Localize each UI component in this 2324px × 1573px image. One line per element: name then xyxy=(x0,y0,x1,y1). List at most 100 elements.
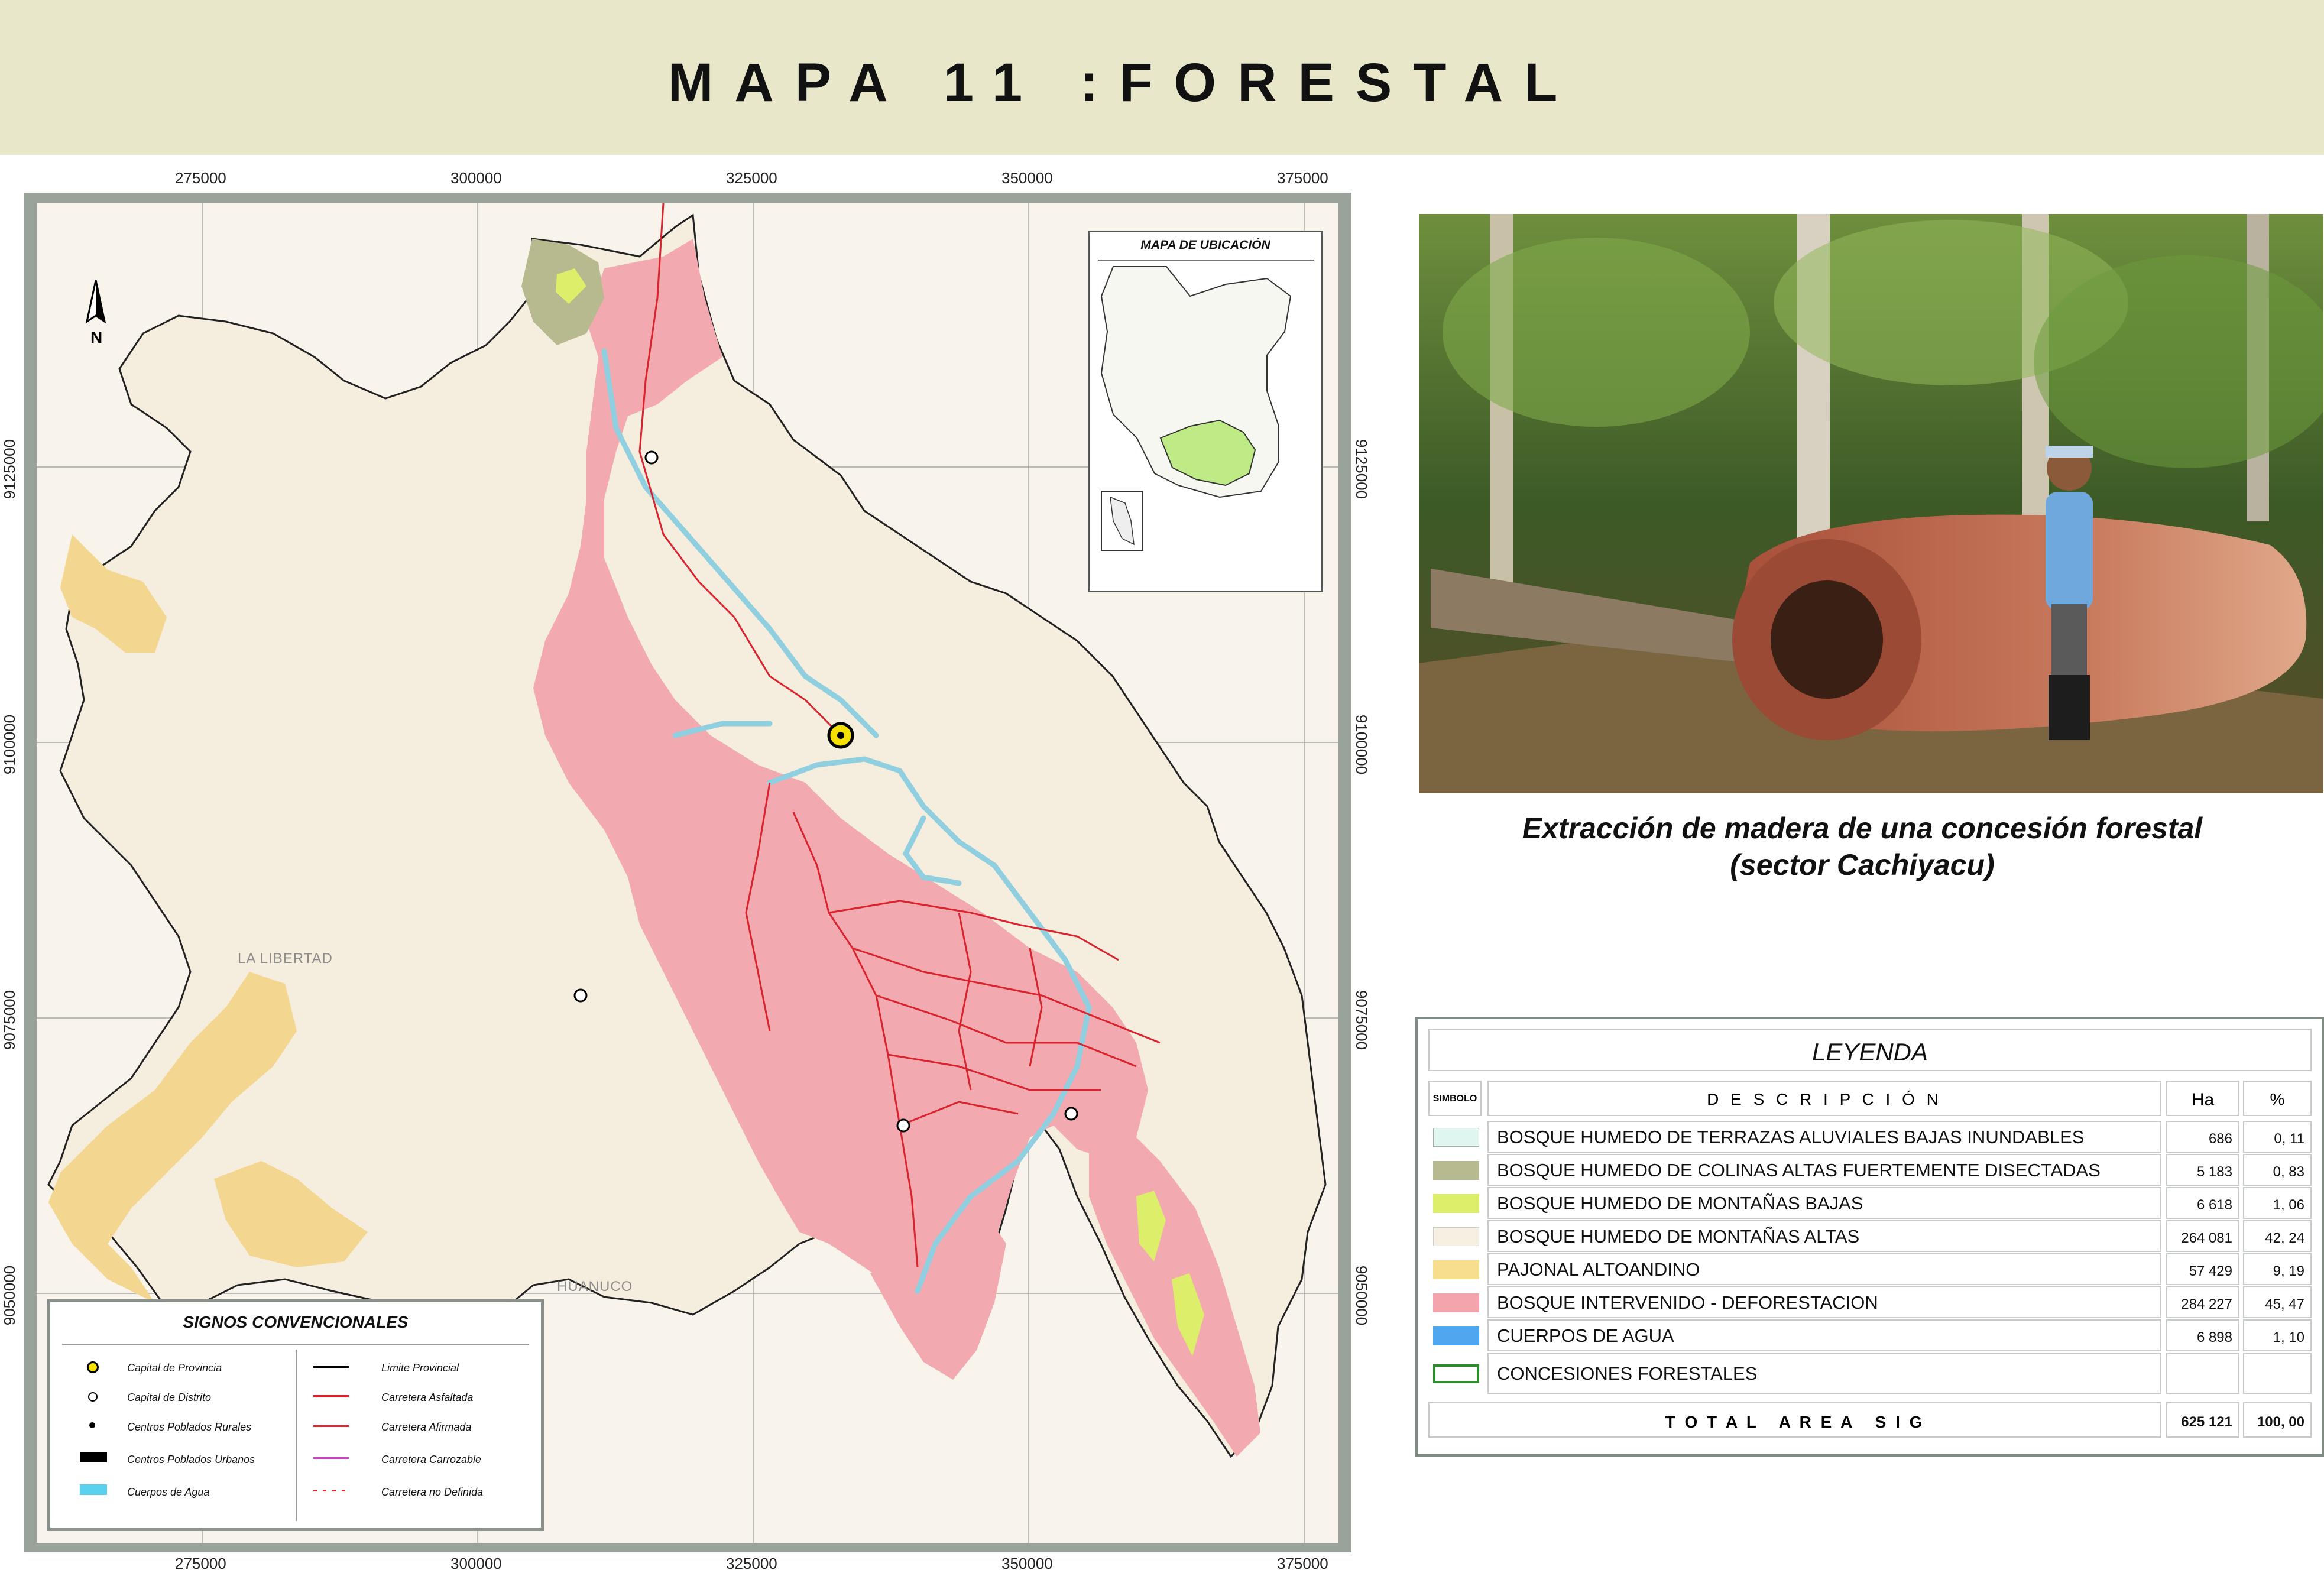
leyenda-ha: 264 081 xyxy=(2181,1230,2232,1246)
col-descripcion-header: D E S C R I P C I Ó N xyxy=(1487,1081,2161,1116)
leyenda-desc: CONCESIONES FORESTALES xyxy=(1497,1363,1758,1384)
north-arrow-icon: N xyxy=(85,280,106,346)
signo-label: Capital de Distrito xyxy=(127,1392,212,1403)
grid-label-x: 375000 xyxy=(1277,1555,1328,1572)
leyenda-pct: 1, 06 xyxy=(2273,1197,2304,1213)
col-ha-label: Ha xyxy=(2191,1090,2215,1110)
signo-carretera-no-definida-icon xyxy=(313,1490,349,1491)
col-simbolo-header: SIMBOLO xyxy=(1428,1081,1482,1116)
leyenda-swatch xyxy=(1433,1194,1479,1213)
total-pct: 100, 00 xyxy=(2257,1414,2304,1430)
grid-label-x: 375000 xyxy=(1277,169,1328,187)
signos-divider xyxy=(62,1344,529,1345)
grid-label-y: 9050000 xyxy=(1,1265,19,1326)
signo-carretera-asfaltada-icon xyxy=(313,1394,349,1398)
grid-label-y: 9125000 xyxy=(1353,439,1371,500)
signo-label: Carretera Carrozable xyxy=(381,1454,482,1465)
caption-line-2: (sector Cachiyacu) xyxy=(1730,848,1995,881)
leyenda-desc: CUERPOS DE AGUA xyxy=(1497,1325,1674,1346)
grid-label-x: 275000 xyxy=(175,169,226,187)
signo-capital-provincia-icon xyxy=(87,1361,99,1373)
north-label: N xyxy=(90,328,102,346)
leyenda-pct: 0, 11 xyxy=(2274,1131,2304,1147)
col-ha-header: Ha xyxy=(2166,1081,2239,1116)
leyenda-desc: PAJONAL ALTOANDINO xyxy=(1497,1259,1700,1280)
signo-label: Cuerpos de Agua xyxy=(127,1486,210,1498)
signo-cuerpo-agua-icon xyxy=(80,1484,107,1495)
grid-label-y: 9125000 xyxy=(1,439,19,500)
leyenda-ha: 6 618 xyxy=(2196,1197,2232,1213)
leyenda-pct: 9, 19 xyxy=(2273,1263,2304,1279)
photo-extraccion-madera xyxy=(1419,214,2323,793)
caption-line-1: Extracción de madera de una concesión fo… xyxy=(1522,812,2203,845)
total-ha: 625 121 xyxy=(2181,1414,2232,1430)
leyenda-desc: BOSQUE HUMEDO DE MONTAÑAS BAJAS xyxy=(1497,1193,1863,1214)
leyenda-pct: 0, 83 xyxy=(2273,1164,2304,1180)
grid-label-x: 300000 xyxy=(450,1555,502,1572)
signo-label: Limite Provincial xyxy=(381,1362,459,1374)
total-pct-cell: 100, 00 xyxy=(2243,1402,2312,1438)
col-pct-header: % xyxy=(2243,1081,2312,1116)
signo-label: Carretera Asfaltada xyxy=(381,1392,474,1403)
signo-label: Carretera no Definida xyxy=(381,1486,484,1498)
leyenda-title: LEYENDA xyxy=(1811,1038,1928,1066)
leyenda-swatch xyxy=(1433,1260,1479,1279)
grid-label-y: 9100000 xyxy=(1,714,19,775)
grid-label-x: 300000 xyxy=(450,169,502,187)
inset-ubicacion: MAPA DE UBICACIÓN xyxy=(1088,231,1323,592)
leyenda-ha: 5 183 xyxy=(2196,1164,2232,1180)
page-title: MAPA 11 :FORESTAL xyxy=(667,53,1579,113)
grid-label-x: 325000 xyxy=(726,169,777,187)
leyenda-ha: 686 xyxy=(2208,1131,2232,1147)
photo-caption: Extracción de madera de una concesión fo… xyxy=(1419,810,2306,883)
leyenda-swatch xyxy=(1433,1293,1479,1312)
inset-map-svg xyxy=(1100,266,1292,551)
signos-convencionales: SIGNOS CONVENCIONALES Capital de Provinc… xyxy=(47,1299,544,1531)
grid-label-x: 350000 xyxy=(1001,1555,1053,1572)
total-label: T O T A L A R E A S I G xyxy=(1665,1413,1925,1431)
leyenda-pct: 42, 24 xyxy=(2265,1230,2304,1246)
leyenda-swatch xyxy=(1433,1227,1479,1246)
col-descripcion-label: D E S C R I P C I Ó N xyxy=(1707,1090,1942,1108)
leyenda-ha: 6 898 xyxy=(2196,1329,2232,1345)
col-pct-label: % xyxy=(2270,1090,2285,1108)
col-simbolo-label: SIMBOLO xyxy=(1432,1094,1477,1104)
signo-label: Centros Poblados Urbanos xyxy=(127,1454,255,1465)
grid-label-y: 9050000 xyxy=(1353,1265,1371,1326)
signo-carretera-carrozable-icon xyxy=(313,1457,349,1459)
label-huanuco: HUANUCO xyxy=(557,1279,633,1295)
label-la-libertad: LA LIBERTAD xyxy=(238,951,333,966)
leyenda-title-cell: LEYENDA xyxy=(1428,1029,2312,1071)
signo-carretera-afirmada-icon xyxy=(313,1425,349,1427)
leyenda-desc: BOSQUE HUMEDO DE MONTAÑAS ALTAS xyxy=(1497,1226,1860,1247)
grid-label-y: 9075000 xyxy=(1,990,19,1050)
leyenda-ha: 284 227 xyxy=(2181,1296,2232,1312)
photo-illustration xyxy=(1419,214,2323,793)
total-ha-cell: 625 121 xyxy=(2166,1402,2239,1438)
leyenda-swatch xyxy=(1433,1326,1479,1345)
grid-label-x: 275000 xyxy=(175,1555,226,1572)
leyenda-desc: BOSQUE INTERVENIDO - DEFORESTACION xyxy=(1497,1292,1878,1313)
signos-title: SIGNOS CONVENCIONALES xyxy=(183,1313,409,1331)
signo-label: Carretera Afirmada xyxy=(381,1421,472,1433)
leyenda-swatch xyxy=(1433,1128,1479,1147)
leyenda-swatch xyxy=(1433,1161,1479,1180)
leyenda-pct: 1, 10 xyxy=(2273,1329,2304,1345)
inset-title: MAPA DE UBICACIÓN xyxy=(1140,238,1270,252)
signo-label: Centros Poblados Rurales xyxy=(127,1421,252,1433)
leyenda-desc: BOSQUE HUMEDO DE COLINAS ALTAS FUERTEMEN… xyxy=(1497,1160,2101,1180)
leyenda-panel: LEYENDA SIMBOLO D E S C R I P C I Ó N Ha… xyxy=(1415,1017,2324,1457)
grid-label-x: 350000 xyxy=(1001,169,1053,187)
signo-centro-urbano-icon xyxy=(80,1452,107,1462)
grid-label-x: 325000 xyxy=(726,1555,777,1572)
grid-label-y: 9100000 xyxy=(1353,714,1371,775)
leyenda-desc: BOSQUE HUMEDO DE TERRAZAS ALUVIALES BAJA… xyxy=(1497,1127,2085,1147)
signo-centro-rural-icon xyxy=(89,1422,95,1428)
capital-provincia-marker[interactable] xyxy=(827,722,854,749)
signo-limite-provincial-icon xyxy=(313,1366,349,1368)
signo-label: Capital de Provincia xyxy=(127,1362,222,1374)
total-label-cell: T O T A L A R E A S I G xyxy=(1428,1402,2161,1438)
leyenda-pct: 45, 47 xyxy=(2265,1296,2304,1312)
leyenda-ha: 57 429 xyxy=(2189,1263,2232,1279)
leyenda-swatch-outline xyxy=(1433,1364,1479,1383)
